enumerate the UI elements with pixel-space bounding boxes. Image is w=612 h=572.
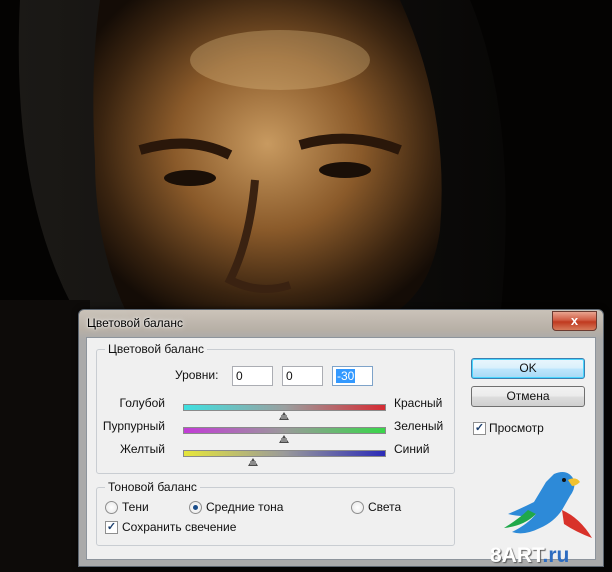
preview-label[interactable]: Просмотр <box>489 421 544 435</box>
slider-blue-label: Синий <box>394 442 430 456</box>
tone-balance-group-label: Тоновой баланс <box>105 480 200 494</box>
slider-magenta-label: Пурпурный <box>102 419 165 433</box>
radio-highlights-label[interactable]: Света <box>368 500 401 514</box>
level-input-selection: -30 <box>336 369 356 383</box>
watermark-text: 8ART.ru <box>490 544 569 568</box>
tone-balance-group: Тоновой баланс Тени Средние тона Света ✓… <box>96 480 455 546</box>
slider-red-label: Красный <box>394 396 443 410</box>
close-button[interactable]: x <box>552 311 597 331</box>
color-balance-group-label: Цветовой баланс <box>105 342 207 356</box>
slider-cyan-red[interactable] <box>183 404 386 411</box>
level-input-yellow-blue[interactable]: -30 <box>332 366 373 386</box>
slider-cyan-label: Голубой <box>119 396 166 410</box>
ok-button[interactable]: OK <box>471 358 585 379</box>
radio-highlights[interactable] <box>351 501 364 514</box>
radio-midtones[interactable] <box>189 501 202 514</box>
level-input-cyan-red[interactable]: 0 <box>232 366 273 386</box>
slider-magenta-green[interactable] <box>183 427 386 434</box>
radio-midtones-label[interactable]: Средние тона <box>206 500 283 514</box>
preserve-luminosity-checkbox[interactable]: ✓ <box>105 521 118 534</box>
radio-shadows[interactable] <box>105 501 118 514</box>
radio-shadows-label[interactable]: Тени <box>122 500 149 514</box>
close-icon: x <box>570 313 579 328</box>
slider-thumb-cyan-red[interactable] <box>278 412 289 420</box>
dialog-title: Цветовой баланс <box>87 316 183 330</box>
slider-yellow-blue[interactable] <box>183 450 386 457</box>
watermark-main-text: 8ART <box>490 544 543 567</box>
level-input-magenta-green[interactable]: 0 <box>282 366 323 386</box>
preserve-luminosity-label[interactable]: Сохранить свечение <box>122 520 236 534</box>
slider-thumb-yellow-blue[interactable] <box>248 458 259 466</box>
color-balance-group: Цветовой баланс Уровни: 0 0 -30 Голубой … <box>96 342 455 474</box>
watermark: 8ART.ru <box>484 466 608 570</box>
slider-yellow-label: Желтый <box>119 442 165 456</box>
title-bar[interactable]: Цветовой баланс x <box>79 310 603 336</box>
slider-green-label: Зеленый <box>394 419 444 433</box>
watermark-suffix-text: .ru <box>542 544 570 567</box>
cancel-button[interactable]: Отмена <box>471 386 585 407</box>
parrot-logo-icon <box>504 472 592 538</box>
preview-checkbox[interactable]: ✓ <box>473 422 486 435</box>
levels-label: Уровни: <box>175 368 219 382</box>
slider-thumb-magenta-green[interactable] <box>278 435 289 443</box>
